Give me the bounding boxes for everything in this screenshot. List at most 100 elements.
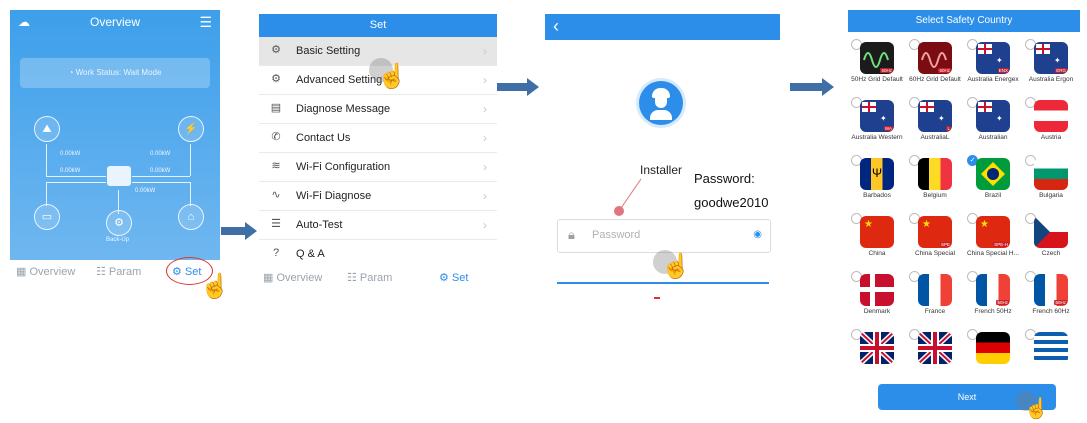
menu-icon[interactable]: ☰ <box>199 10 212 34</box>
status-icon: ◔ <box>68 68 76 77</box>
country-option[interactable]: 60Hz French 60Hz <box>1022 268 1080 328</box>
chevron-right-icon: › <box>483 73 487 87</box>
country-option[interactable]: Bulgaria <box>1022 152 1080 212</box>
flow-line <box>132 176 190 177</box>
document-icon: ▤ <box>270 102 282 114</box>
battery-icon: ▭ <box>34 204 60 230</box>
country-option[interactable]: ★ SPE-H China Special H... <box>964 210 1022 270</box>
country-option[interactable]: Ψ Barbados <box>848 152 906 212</box>
country-option[interactable]: ✓ Brazil <box>964 152 1022 212</box>
arrow-right-icon <box>790 78 834 96</box>
flag-icon: 60Hz <box>918 42 952 74</box>
country-option[interactable]: ★ SPE China Special <box>906 210 964 270</box>
question-icon: ? <box>272 247 280 259</box>
cloud-icon[interactable]: ☁ <box>18 10 30 34</box>
flag-icon <box>860 332 894 364</box>
flag-icon: 60Hz <box>1034 274 1068 306</box>
eye-icon[interactable]: ◉ <box>753 229 762 240</box>
flag-icon <box>1034 216 1068 248</box>
country-option[interactable]: France <box>906 268 964 328</box>
country-option[interactable]: ✦ Australian <box>964 94 1022 154</box>
flow-line <box>132 182 190 183</box>
nav-overview[interactable]: ▦ Overview <box>16 265 75 278</box>
country-grid: 50Hz 50Hz Grid Default 60Hz 60Hz Grid Defau… <box>848 36 1080 376</box>
menu-item-diagnose-message[interactable]: ▤ Diagnose Message › <box>259 95 497 124</box>
country-name: Barbados <box>863 192 891 199</box>
phone-icon: ✆ <box>271 131 281 143</box>
variant-tag: 60Hz <box>938 68 951 73</box>
password-field[interactable]: 🔒︎ Password ◉ <box>557 219 771 253</box>
country-option[interactable] <box>848 326 906 386</box>
nav-overview[interactable]: ▦ Overview <box>263 271 322 284</box>
menu-item-wifi-diagnose[interactable]: ∿ Wi-Fi Diagnose › <box>259 182 497 211</box>
flag-icon: 50Hz <box>860 42 894 74</box>
overview-header: ☁ Overview ☰ <box>10 10 220 34</box>
variant-tag: L <box>946 126 951 131</box>
flag-icon: ★ SPE-H <box>976 216 1010 248</box>
country-name: French 60Hz <box>1032 308 1070 315</box>
country-option[interactable]: Denmark <box>848 268 906 328</box>
flag-icon: ✦ <box>976 100 1010 132</box>
country-option[interactable] <box>964 326 1022 386</box>
installer-avatar <box>639 81 683 125</box>
country-option[interactable]: ✦ L AustraliaL <box>906 94 964 154</box>
country-option[interactable]: Austria <box>1022 94 1080 154</box>
country-name: 60Hz Grid Default <box>909 76 961 83</box>
flag-icon: ✦ L <box>918 100 952 132</box>
flag-icon: Ψ <box>860 158 894 190</box>
grid-tower-icon: ⚡ <box>178 116 204 142</box>
login-header: ‹ <box>545 14 780 40</box>
country-option[interactable]: 50Hz 50Hz Grid Default <box>848 36 906 96</box>
country-name: Australia Energex <box>967 76 1019 83</box>
country-option[interactable]: ★ China <box>848 210 906 270</box>
country-option[interactable]: ✦ WA Australia Western <box>848 94 906 154</box>
variant-tag: ENX <box>997 68 1009 73</box>
variant-tag: 50Hz <box>996 300 1009 305</box>
country-option[interactable] <box>1022 326 1080 386</box>
menu-item-contact-us[interactable]: ✆ Contact Us › <box>259 124 497 153</box>
battery-power: 0.00kW <box>60 168 81 174</box>
chevron-right-icon: › <box>483 160 487 174</box>
country-name: Australian <box>978 134 1008 141</box>
nav-param[interactable]: ☷ Param <box>96 265 141 278</box>
backup-load-icon: ⚙ <box>106 210 132 236</box>
country-option[interactable]: ✦ ENX Australia Energex <box>964 36 1022 96</box>
tap-hand-icon: ☝ <box>661 253 691 280</box>
flag-icon <box>918 158 952 190</box>
home-icon: ⌂ <box>178 204 204 230</box>
flag-icon: ★ SPE <box>918 216 952 248</box>
nav-param[interactable]: ☷ Param <box>347 271 392 284</box>
flag-icon <box>976 158 1010 190</box>
flag-icon: ★ <box>860 216 894 248</box>
country-name: 50Hz Grid Default <box>851 76 903 83</box>
country-name: France <box>924 308 946 315</box>
lock-icon: 🔒︎ <box>568 227 575 242</box>
country-option[interactable] <box>906 326 964 386</box>
country-name: Bulgaria <box>1039 192 1063 199</box>
variant-tag: 50Hz <box>880 68 893 73</box>
country-option[interactable]: 60Hz 60Hz Grid Default <box>906 36 964 96</box>
flag-icon: ✦ ENX <box>976 42 1010 74</box>
load-power: 0.00kW <box>150 168 171 174</box>
flag-icon <box>1034 332 1068 364</box>
work-status-bar: ◔ Work Status: Wait Mode <box>20 58 210 88</box>
login-button-edge[interactable] <box>557 282 769 284</box>
country-name: China Special H... <box>966 250 1020 257</box>
chevron-right-icon: › <box>483 102 487 116</box>
back-icon[interactable]: ‹ <box>553 16 559 37</box>
country-option[interactable]: Belgium <box>906 152 964 212</box>
country-name: Australia Ergon <box>1028 76 1074 83</box>
nav-set[interactable]: ⚙ Set <box>439 271 468 284</box>
menu-item-wifi-configuration[interactable]: ≋ Wi-Fi Configuration › <box>259 153 497 182</box>
gear-icon: ⚙ <box>271 44 281 56</box>
country-option[interactable]: 50Hz French 50Hz <box>964 268 1022 328</box>
helmet-icon <box>652 88 670 98</box>
country-name: Czech <box>1041 250 1061 257</box>
variant-tag: 60Hz <box>1054 300 1067 305</box>
bottom-nav: ▦ Overview ☷ Param ⚙ Set <box>259 264 497 290</box>
menu-item-auto-test[interactable]: ☰ Auto-Test › <box>259 211 497 240</box>
arrow-right-icon <box>221 222 257 240</box>
country-option[interactable]: Czech <box>1022 210 1080 270</box>
flow-line <box>190 144 191 176</box>
country-option[interactable]: ✦ ERG Australia Ergon <box>1022 36 1080 96</box>
